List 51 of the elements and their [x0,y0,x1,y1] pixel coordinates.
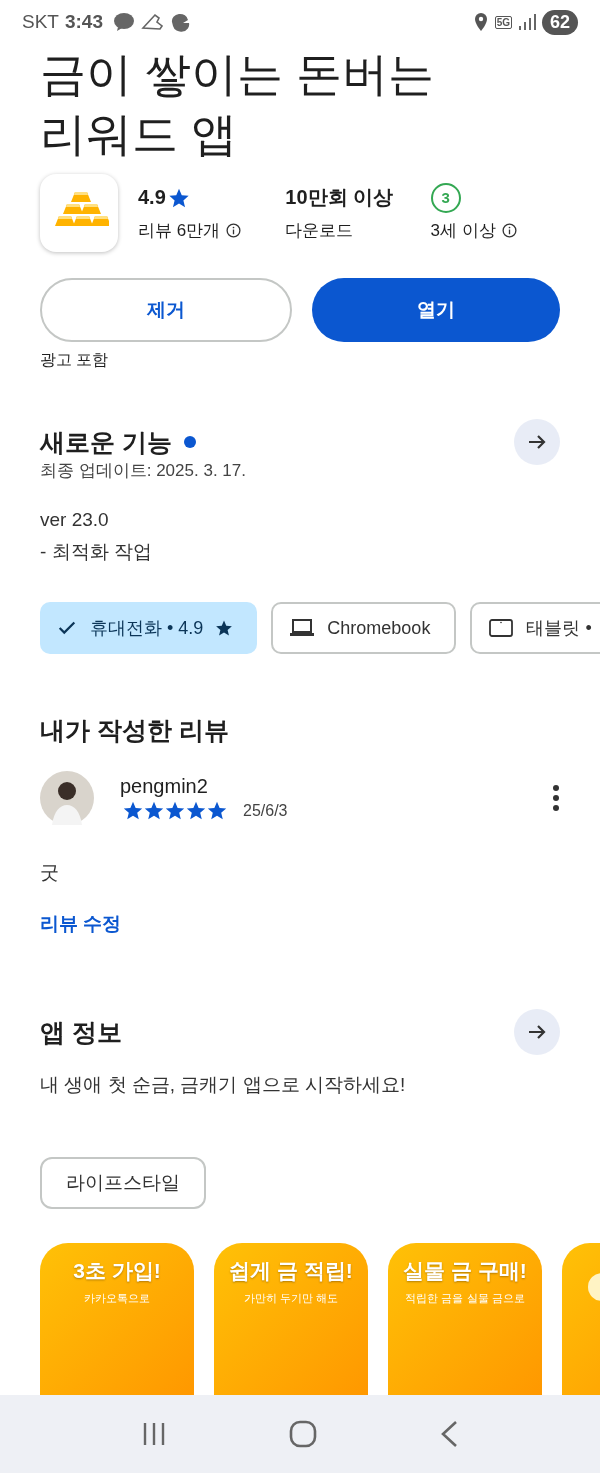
stat-label: 3세 이상 [430,219,496,242]
section-title: 내가 작성한 리뷰 [40,715,230,746]
arrow-button[interactable] [514,419,560,465]
clock: 3:43 [64,11,103,33]
carrier: SKT [22,11,59,33]
more-icon[interactable] [552,785,560,811]
screenshot-caption: 가만히 두기만 해도 [243,1291,339,1306]
category-tag[interactable]: 라이프스타일 [40,1157,206,1209]
device-chip[interactable]: 휴대전화 • 4.9 [40,602,258,654]
stat-value: 4.9 [138,184,286,211]
back-icon[interactable] [439,1420,459,1448]
screenshot-title: 3초 가입! [73,1258,161,1284]
laptop-icon [289,617,316,639]
arrow-button[interactable] [514,1009,560,1055]
screenshot-title: 실물 금 구매! [403,1258,527,1284]
app-title: 리워드 앱 [40,107,238,162]
age-rating-badge: 3 [430,182,461,213]
review-date: 25/6/3 [243,801,288,820]
app-description: 내 생애 첫 순금, 금캐기 앱으로 시작하세요! [40,1073,407,1097]
review-text: 굿 [40,861,60,885]
release-note: - 최적화 작업 [40,540,153,564]
screenshot-caption: 적립한 금을 실물 금으로 [405,1291,525,1306]
uninstall-button[interactable]: 제거 [40,278,292,342]
recent-apps-icon[interactable] [141,1421,167,1447]
stat-label: 다운로드 [285,219,354,242]
home-icon[interactable] [289,1420,317,1448]
device-chip[interactable]: 태블릿 • [470,602,600,654]
location-icon [472,12,489,32]
screenshot-title: 쉽게 금 적립! [229,1258,353,1284]
avatar [40,771,94,825]
release-note: ver 23.0 [40,508,110,532]
signal-icon [517,13,536,31]
battery-level: 62 [541,9,578,35]
edit-review-link[interactable]: 리뷰 수정 [40,911,560,937]
device-chip[interactable]: Chromebook [271,602,457,654]
section-title: 앱 정보 [40,1016,122,1048]
stat-value: 10만회 이상 [285,185,395,210]
ads-note: 광고 포함 [40,350,110,370]
app-title: 금이 쌓이는 돈버는 [40,47,435,102]
stat-label: 리뷰 6만개 [138,219,221,242]
info-icon[interactable] [501,222,517,238]
info-icon[interactable] [226,222,242,238]
network-type: 5G [494,15,512,29]
reviewer-name: pengmin2 [120,775,209,798]
star-icon [215,619,234,637]
section-title: 새로운 기능 [40,426,172,458]
update-date: 최종 업데이트: 2025. 3. 17. [40,460,247,482]
chat-bubble-icon [113,12,135,32]
screenshot-caption: 카카오톡으로 [84,1291,150,1306]
open-button[interactable]: 열기 [312,278,560,342]
tablet-icon [488,617,515,639]
